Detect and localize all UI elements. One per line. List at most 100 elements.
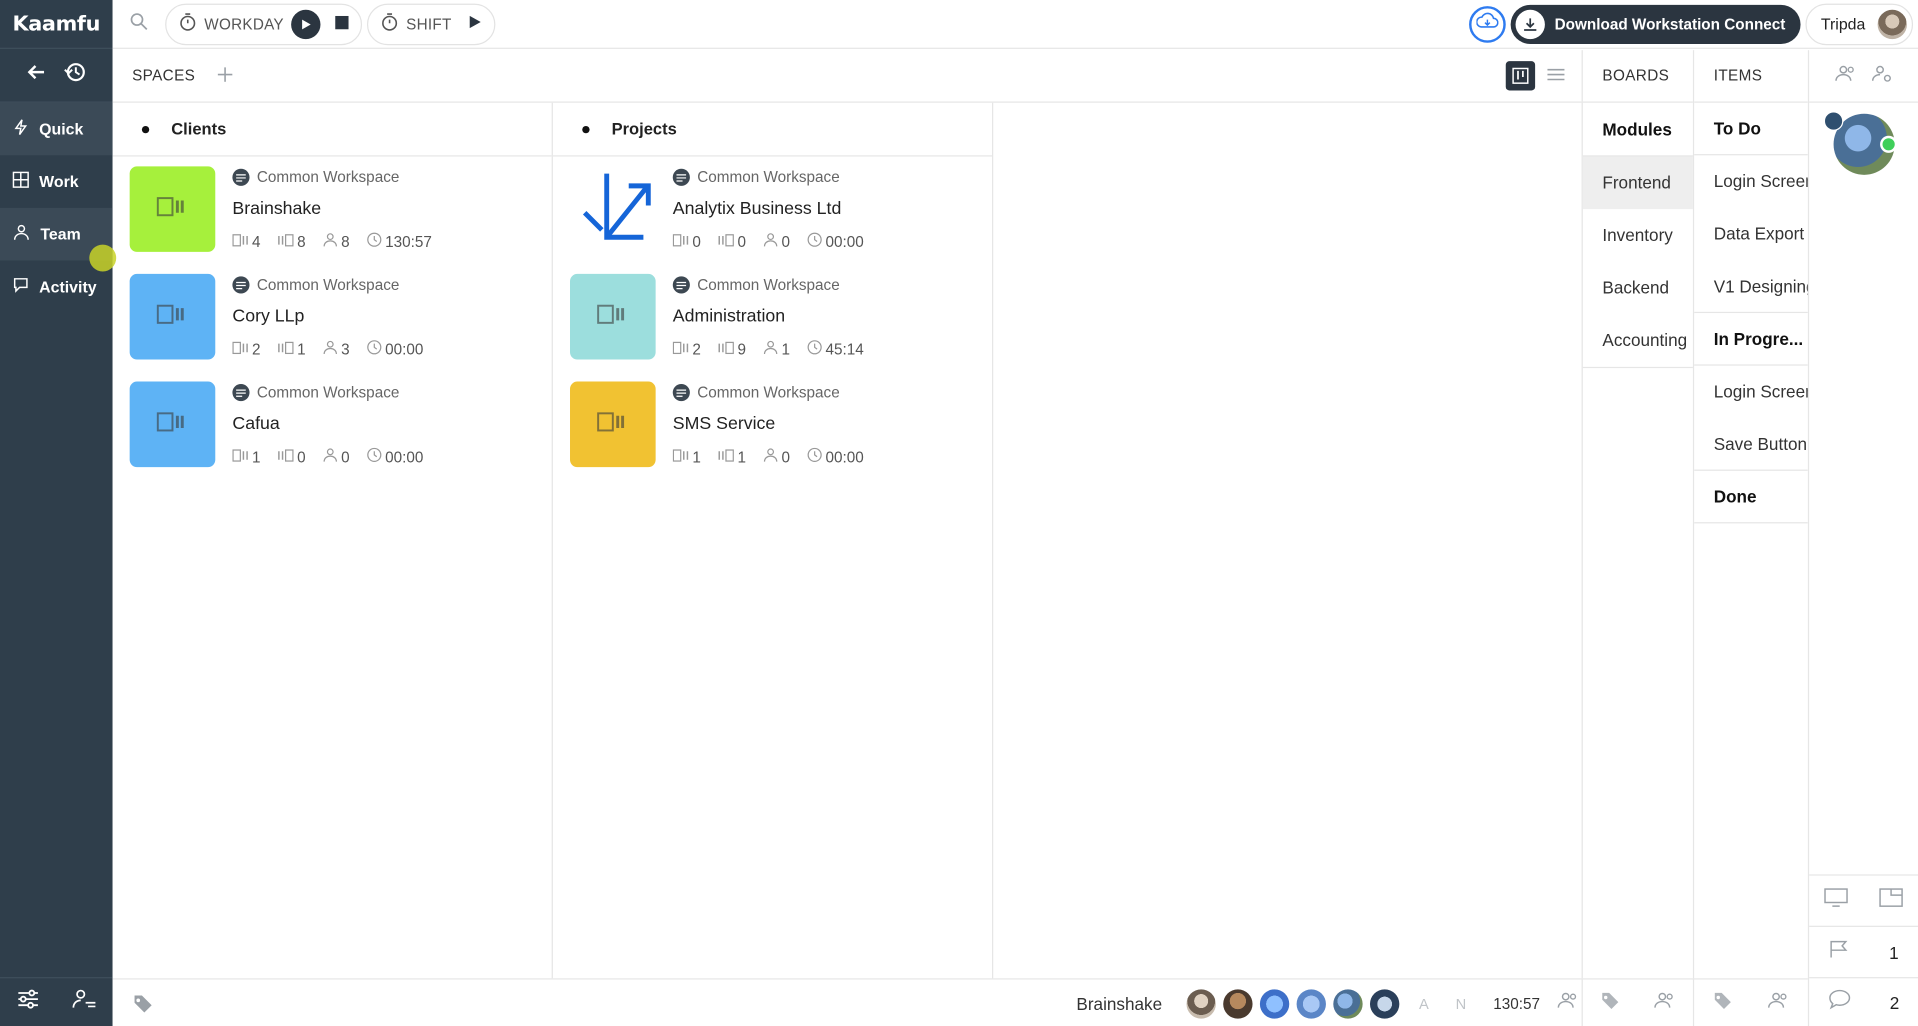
clock-icon [807,232,822,250]
space-thumbnail[interactable] [129,381,216,468]
space-card[interactable]: Common Workspace Cafua 1 0 0 00:00 [113,372,552,480]
board-icon [597,301,629,332]
space-card[interactable]: Common Workspace Cory LLp 2 1 3 00:00 [113,264,552,372]
space-stats: 4 8 8 130:57 [232,232,432,250]
sidebar-item-label: Quick [39,119,84,139]
time-tracked: 00:00 [367,447,423,466]
space-name[interactable]: Cafua [232,415,279,435]
member-initial[interactable]: N [1456,995,1467,1012]
avatar[interactable] [1333,988,1363,1019]
space-thumbnail[interactable] [129,166,216,252]
time-tracked: 130:57 [367,232,432,250]
members-icon[interactable] [1557,992,1579,1015]
spaces-title: SPACES [132,67,196,85]
history-icon[interactable] [64,61,86,89]
space-name: Brainshake [1076,993,1163,1014]
download-label: Download Workstation Connect [1554,15,1786,33]
shift-play-button[interactable] [469,15,482,33]
item-group-title[interactable]: To Do [1694,103,1808,156]
tag-icon[interactable] [1712,991,1732,1015]
download-icon [1515,9,1545,39]
item-entry[interactable]: Data Export [1694,208,1808,261]
space-card[interactable]: Common Workspace SMS Service 1 1 0 00:00 [553,372,992,480]
workday-stop-button[interactable] [335,15,349,32]
space-card[interactable]: Common Workspace Administration 2 9 1 45:14 [553,264,992,372]
space-card[interactable]: Common Workspace Analytix Business Ltd 0 0 0… [553,157,992,265]
sidebar-item-work[interactable]: Work [0,155,113,208]
boards-icon [232,341,248,358]
items-count: 8 [278,232,306,250]
app-logo[interactable]: Kaamfu [0,0,113,49]
board-item[interactable]: Frontend [1582,156,1693,210]
rail-comments-row[interactable]: 2 [1809,977,1918,1026]
search-icon[interactable] [130,12,148,36]
cloud-download-button[interactable] [1469,5,1506,43]
person-icon [763,340,778,358]
workday-play-button[interactable] [291,9,321,39]
item-entry[interactable]: Save Button [1694,418,1808,471]
item-group-title[interactable]: In Progre... [1694,313,1808,366]
members-icon[interactable] [1834,64,1856,87]
member-initial[interactable]: A [1419,995,1429,1012]
clock-icon [367,447,382,466]
boards-icon [232,448,248,465]
monitor-icon[interactable] [1824,888,1849,914]
board-view-toggle[interactable] [1505,61,1536,91]
space-thumbnail[interactable] [129,273,216,360]
avatar[interactable] [1370,988,1400,1019]
space-name[interactable]: Administration [673,307,785,327]
space-thumbnail[interactable] [570,273,656,360]
user-settings-icon[interactable] [1871,64,1893,87]
space-name[interactable]: SMS Service [673,415,776,435]
time-value: 00:00 [825,232,864,251]
item-entry[interactable]: Login Screen [1694,155,1808,208]
download-workstation-button[interactable]: Download Workstation Connect [1510,4,1801,44]
bolt-icon [12,119,29,140]
window-icon[interactable] [1879,888,1903,914]
space-card[interactable]: Common Workspace Brainshake 4 8 8 130:57 [113,157,552,265]
team-icon [12,224,30,245]
items-header: ITEMS [1694,50,1808,103]
back-arrow-icon[interactable] [27,62,47,88]
item-entry[interactable]: Login Screen [1694,366,1808,419]
settings-sliders-icon[interactable] [16,988,40,1016]
list-view-icon[interactable] [1547,67,1565,85]
space-name[interactable]: Brainshake [232,199,321,219]
space-thumbnail[interactable] [570,381,656,468]
members-count-value: 0 [781,232,791,251]
avatar[interactable] [1296,988,1327,1019]
members-count: 3 [323,340,350,358]
items-count: 0 [718,232,746,250]
bullet-icon [582,125,590,133]
user-settings-icon[interactable] [72,988,96,1016]
item-group-title[interactable]: Done [1694,471,1808,524]
members-count-value: 3 [341,340,350,358]
items-icon [278,233,294,250]
tag-icon[interactable] [132,994,153,1020]
sidebar-item-quick[interactable]: Quick [0,102,113,156]
avatar[interactable] [1259,988,1290,1019]
card-list: Common Workspace Analytix Business Ltd 0 0 0… [553,157,992,480]
boards-icon [232,233,248,250]
workspace-icon [232,383,250,402]
members-icon[interactable] [1768,992,1790,1015]
item-entry[interactable]: V1 Designing [1694,260,1808,314]
flag-icon [1828,939,1850,965]
avatar[interactable] [1186,988,1216,1019]
tag-icon[interactable] [1600,991,1620,1015]
cloud-icon [1475,12,1499,35]
avatar[interactable] [1223,988,1253,1019]
mini-avatar [1823,111,1844,131]
board-item[interactable]: Backend [1583,262,1693,315]
members-icon[interactable] [1654,992,1676,1015]
space-thumbnail[interactable] [570,166,656,252]
boards-list: Frontend Inventory Backend Accounting [1582,155,1693,369]
company-logo-icon [570,163,656,255]
add-space-icon[interactable] [217,66,232,85]
user-menu[interactable]: Tripda [1804,3,1914,45]
board-item[interactable]: Inventory [1583,209,1693,262]
space-name[interactable]: Cory LLp [232,307,304,327]
space-name[interactable]: Analytix Business Ltd [673,199,842,219]
board-item[interactable]: Accounting [1583,314,1693,367]
rail-flags-row[interactable]: 1 [1809,925,1918,977]
